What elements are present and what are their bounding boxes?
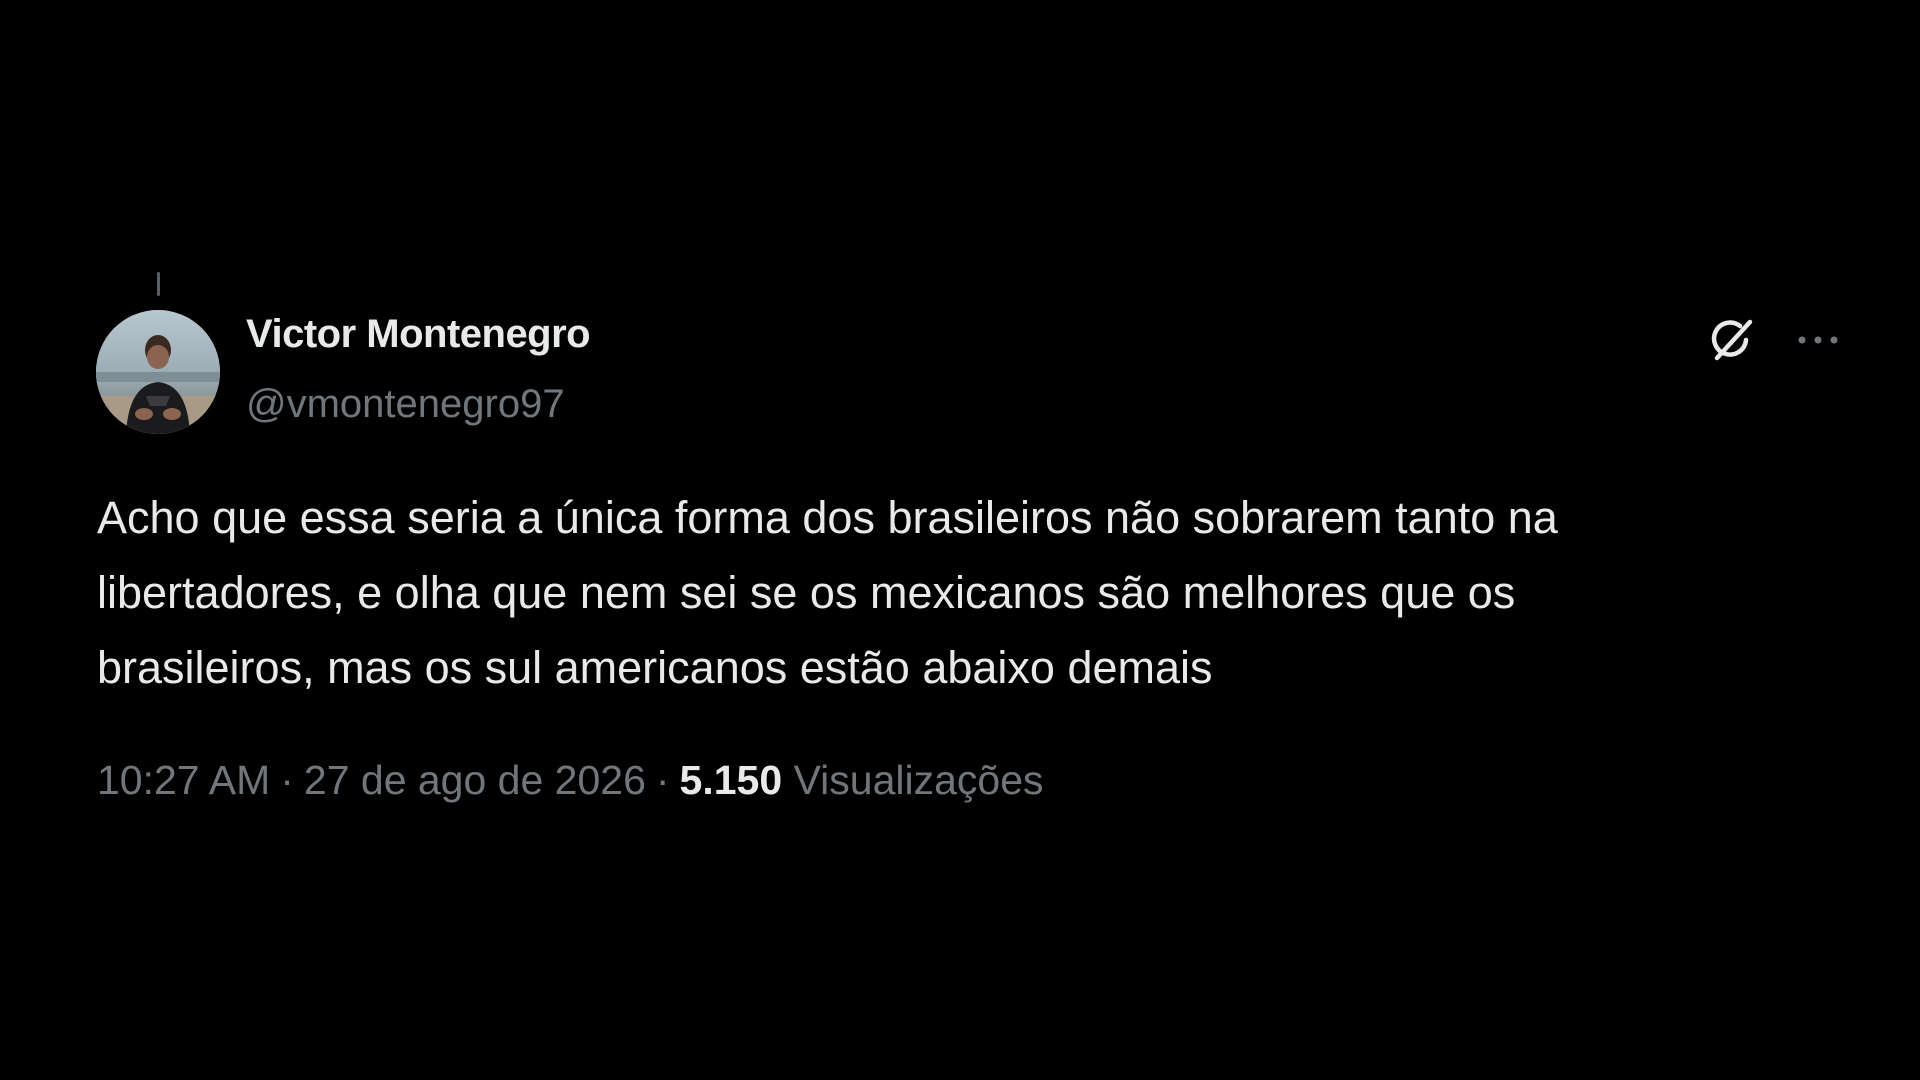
meta-separator: · (655, 757, 670, 803)
meta-separator: · (280, 757, 294, 803)
more-options-button[interactable] (1790, 312, 1846, 368)
grok-button[interactable] (1704, 312, 1760, 368)
author-handle[interactable]: @vmontenegro97 (246, 380, 565, 428)
tweet-time[interactable]: 10:27 AM (97, 757, 270, 803)
more-options-icon (1798, 336, 1838, 344)
views-label: Visualizações (793, 757, 1044, 803)
avatar-photo (96, 310, 220, 434)
tweet-text: Acho que essa seria a única forma dos br… (97, 480, 1877, 705)
thread-connector-line (157, 272, 160, 296)
tweet-date[interactable]: 27 de ago de 2026 (304, 757, 646, 803)
tweet-text-line: brasileiros, mas os sul americanos estão… (97, 642, 1213, 693)
grok-icon (1711, 319, 1753, 361)
tweet-text-line: Acho que essa seria a única forma dos br… (97, 492, 1558, 543)
author-name[interactable]: Victor Montenegro (246, 310, 591, 358)
tweet-text-line: libertadores, e olha que nem sei se os m… (97, 567, 1516, 618)
avatar[interactable] (96, 310, 220, 434)
views-count: 5.150 (679, 757, 783, 803)
tweet-metadata: 10:27 AM · 27 de ago de 2026 · 5.150 Visuali… (97, 752, 1044, 808)
